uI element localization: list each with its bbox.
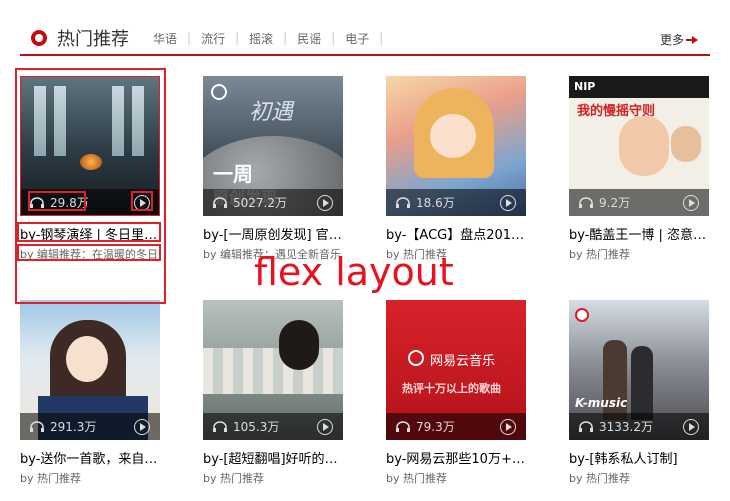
playlist-cover[interactable]: 18.6万 (386, 76, 526, 216)
headphone-icon (30, 421, 44, 432)
tab-yaogun[interactable]: 摇滚 (249, 30, 273, 47)
netease-logo-icon (575, 308, 589, 322)
playlist-cover[interactable]: 网易云音乐 热评十万以上的歌曲 79.3万 (386, 300, 526, 440)
tab-separator: | (379, 31, 384, 45)
playlist-name[interactable]: by-【ACG】盘点2019年度动漫 (386, 224, 526, 242)
playlist-cover[interactable]: NIP 我的慢摇守则 9.2万 (569, 76, 709, 216)
cover-text: K-music (575, 396, 628, 410)
tab-separator: | (187, 31, 192, 45)
netease-logo-icon (408, 350, 424, 366)
playlist-name[interactable]: by-[超短翻唱]好听的翻唱歌曲 (203, 448, 343, 466)
section-header: 热门推荐 华语 | 流行 | 摇滚 | 民谣 | 电子 | 更多 (20, 22, 710, 56)
playlist-cover[interactable]: 105.3万 (203, 300, 343, 440)
tab-liuxing[interactable]: 流行 (201, 30, 225, 47)
headphone-icon (213, 421, 227, 432)
play-icon[interactable] (134, 419, 150, 435)
playlist-cover[interactable]: 291.3万 (20, 300, 160, 440)
playlist-source: by 热门推荐 (569, 248, 630, 261)
playlist-name[interactable]: by-[韩系私人订制] (569, 448, 709, 466)
circle-icon (31, 30, 47, 46)
playlist-name[interactable]: by-酷盖王一博 | 恣意少年 (569, 224, 709, 242)
tab-separator: | (235, 31, 240, 45)
category-tabs: 华语 | 流行 | 摇滚 | 民谣 | 电子 | (143, 30, 383, 47)
annotation-box-play (131, 191, 153, 211)
playlist-source: by 热门推荐 (203, 472, 264, 485)
cover-text: NIP (574, 80, 596, 93)
playlist-source: by 热门推荐 (20, 472, 81, 485)
playlist-name[interactable]: by-[一周原创发现] 官方精选新歌 (203, 224, 343, 242)
netease-logo-icon (211, 84, 227, 100)
tab-huayu[interactable]: 华语 (153, 30, 177, 47)
playlist-cover[interactable]: 初遇 一周 原创发现 5027.2万 (203, 76, 343, 216)
play-count-bar: 9.2万 (569, 189, 709, 216)
tab-separator: | (331, 31, 336, 45)
play-count-bar: 5027.2万 (203, 189, 343, 216)
cover-text: 热评十万以上的歌曲 (402, 382, 501, 395)
annotation-box-sub (17, 244, 161, 261)
play-icon[interactable] (317, 195, 333, 211)
play-count: 3133.2万 (599, 420, 653, 434)
headphone-icon (396, 421, 410, 432)
play-count-bar: 79.3万 (386, 413, 526, 440)
playlist-card: 291.3万 by-送你一首歌，来自青春 by 热门推荐 (20, 300, 160, 501)
play-count: 9.2万 (599, 196, 631, 210)
annotation-label: flex layout (254, 250, 454, 294)
tab-dianzi[interactable]: 电子 (345, 30, 369, 47)
cover-text: 一周 (213, 162, 253, 186)
section-title: 热门推荐 (57, 29, 129, 50)
playlist-card: K-music 3133.2万 by-[韩系私人订制] by 热门推荐 (569, 300, 709, 501)
playlist-source: by 热门推荐 (386, 472, 447, 485)
annotation-box-name (17, 222, 161, 242)
play-icon[interactable] (317, 419, 333, 435)
playlist-name[interactable]: by-网易云那些10万+评论的歌 (386, 448, 526, 466)
play-count-bar: 105.3万 (203, 413, 343, 440)
playlist-cover[interactable]: K-music 3133.2万 (569, 300, 709, 440)
annotation-box-count (28, 191, 86, 211)
tab-separator: | (283, 31, 288, 45)
play-icon[interactable] (500, 195, 516, 211)
play-count: 18.6万 (416, 196, 455, 210)
tab-minyao[interactable]: 民谣 (297, 30, 321, 47)
playlist-card: 网易云音乐 热评十万以上的歌曲 79.3万 by-网易云那些10万+评论的歌 b… (386, 300, 526, 501)
playlist-name[interactable]: by-送你一首歌，来自青春 (20, 448, 160, 466)
arrow-right-icon (686, 35, 698, 44)
play-icon[interactable] (683, 195, 699, 211)
play-count: 291.3万 (50, 420, 97, 434)
playlist-card: 105.3万 by-[超短翻唱]好听的翻唱歌曲 by 热门推荐 (203, 300, 343, 501)
play-icon[interactable] (500, 419, 516, 435)
play-count-bar: 291.3万 (20, 413, 160, 440)
play-count: 5027.2万 (233, 196, 287, 210)
more-link[interactable]: 更多 (660, 31, 698, 48)
headphone-icon (396, 197, 410, 208)
headphone-icon (213, 197, 227, 208)
play-icon[interactable] (683, 419, 699, 435)
cover-text: 网易云音乐 (430, 354, 496, 369)
playlist-source: by 热门推荐 (569, 472, 630, 485)
play-count-bar: 3133.2万 (569, 413, 709, 440)
play-count: 105.3万 (233, 420, 280, 434)
play-count: 79.3万 (416, 420, 455, 434)
play-count-bar: 18.6万 (386, 189, 526, 216)
headphone-icon (579, 197, 593, 208)
more-label: 更多 (659, 33, 684, 47)
playlist-card: NIP 我的慢摇守则 9.2万 by-酷盖王一博 | 恣意少年 by 热门推荐 (569, 76, 709, 288)
headphone-icon (579, 421, 593, 432)
